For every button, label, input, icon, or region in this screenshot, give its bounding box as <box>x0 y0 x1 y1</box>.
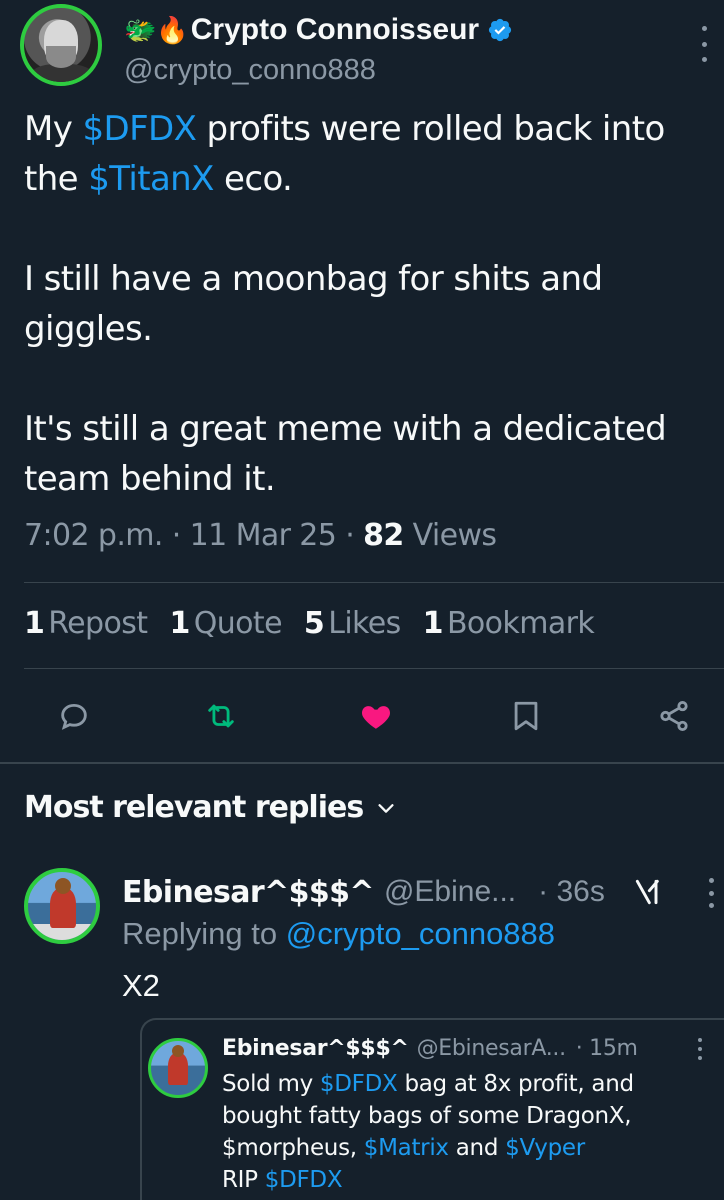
bookmark-button[interactable] <box>500 690 552 742</box>
tweet-text: My $DFDX profits were rolled back into t… <box>24 104 724 504</box>
author-handle[interactable]: @crypto_conno888 <box>124 54 376 87</box>
quoted-tweet[interactable]: Ebinesar^$$$^ @EbinesarA... · 15m Sold m… <box>140 1018 724 1200</box>
views-label: Views <box>403 518 497 553</box>
meta-separator: · <box>162 518 190 553</box>
meta-separator: · <box>336 518 364 553</box>
section-divider <box>0 762 724 764</box>
reply-author-avatar[interactable] <box>24 868 100 944</box>
quoted-line: RIP $DFDX <box>222 1164 722 1196</box>
heart-icon <box>362 706 390 729</box>
tweet-paragraph-1: My $DFDX profits were rolled back into t… <box>24 104 724 204</box>
replying-to-handle[interactable]: @crypto_conno888 <box>286 916 555 951</box>
reply-time[interactable]: · 36s <box>538 875 605 909</box>
quoted-text-segment: $morpheus, <box>222 1135 364 1161</box>
more-options-icon[interactable] <box>698 26 710 62</box>
cashtag-link[interactable]: $Matrix <box>364 1135 449 1161</box>
tweet-text-segment: eco. <box>213 159 293 199</box>
stat-label: Quote <box>193 606 283 641</box>
tweet-date[interactable]: 11 Mar 25 <box>190 518 337 553</box>
stat-count: 5 <box>303 606 325 641</box>
tweet-time[interactable]: 7:02 p.m. <box>24 518 163 553</box>
quoted-text-segment: and <box>448 1135 506 1161</box>
stat-label: Repost <box>48 606 148 641</box>
quoted-author-avatar[interactable] <box>148 1038 208 1098</box>
replies-sort-dropdown[interactable]: Most relevant replies <box>24 790 397 825</box>
tweet-text-segment: My <box>24 109 83 149</box>
stat-reposts[interactable]: 1 Repost <box>24 606 148 641</box>
tweet-meta: 7:02 p.m. · 11 Mar 25 · 82 Views <box>24 518 497 553</box>
stat-quotes[interactable]: 1 Quote <box>169 606 283 641</box>
divider <box>24 668 724 669</box>
quoted-author-name[interactable]: Ebinesar^$$$^ <box>222 1036 409 1061</box>
tweet-paragraph-2: I still have a moonbag for shits and gig… <box>24 259 603 349</box>
replies-header-label: Most relevant replies <box>24 790 364 825</box>
cashtag-link[interactable]: $DFDX <box>265 1167 343 1193</box>
replying-to: Replying to @crypto_conno888 <box>122 916 555 952</box>
quoted-text: Sold my $DFDX bag at 8x profit, and boug… <box>222 1068 722 1196</box>
action-bar <box>0 690 724 746</box>
quoted-text-segment: Sold my <box>222 1071 320 1097</box>
chevron-down-icon <box>378 803 394 813</box>
name-emojis: 🐲🔥 <box>124 15 189 45</box>
quoted-line: Sold my $DFDX bag at 8x profit, and <box>222 1068 722 1100</box>
like-button[interactable] <box>350 690 402 742</box>
reply-more-icon[interactable] <box>706 878 716 908</box>
repost-button[interactable] <box>195 690 247 742</box>
avatar-person-shape <box>168 1053 188 1085</box>
quoted-header: Ebinesar^$$$^ @EbinesarA... · 15m <box>222 1036 712 1061</box>
quoted-time[interactable]: · 15m <box>576 1036 638 1061</box>
author-display-name[interactable]: Crypto Connoisseur <box>191 13 479 47</box>
quoted-author-handle[interactable]: @EbinesarA... <box>417 1036 566 1061</box>
reply-author-name[interactable]: Ebinesar^$$$^ <box>122 875 375 910</box>
tweet-header: 🐲🔥 Crypto Connoisseur @crypto_conno888 <box>20 4 710 94</box>
cashtag-link[interactable]: $DFDX <box>82 109 196 149</box>
avatar-head-shape <box>172 1045 184 1057</box>
quoted-line: bought fatty bags of some DragonX, <box>222 1103 632 1129</box>
stat-label: Bookmark <box>446 606 595 641</box>
stat-count: 1 <box>422 606 444 641</box>
avatar-head-shape <box>55 878 71 894</box>
share-icon <box>660 700 688 732</box>
avatar-beard-shape <box>46 46 76 68</box>
reply-icon <box>61 703 87 730</box>
quoted-line: $morpheus, $Matrix and $Vyper <box>222 1132 722 1164</box>
reply-button[interactable] <box>48 690 100 742</box>
author-name-row[interactable]: 🐲🔥 Crypto Connoisseur <box>124 12 513 48</box>
cashtag-link[interactable]: $TitanX <box>88 159 214 199</box>
stat-count: 1 <box>169 606 190 641</box>
divider <box>24 582 724 583</box>
quoted-text-segment: RIP <box>222 1167 265 1193</box>
cashtag-link[interactable]: $Vyper <box>505 1135 585 1161</box>
tweet-paragraph-3: It's still a great meme with a dedicated… <box>24 409 667 499</box>
reply-header: Ebinesar^$$$^ @Ebine... · 36s <box>122 872 722 912</box>
reply-text: X2 <box>122 968 160 1003</box>
replying-prefix: Replying to <box>122 916 286 951</box>
quoted-text-segment: bag at 8x profit, and <box>397 1071 634 1097</box>
stat-count: 1 <box>24 606 45 641</box>
stat-bookmarks[interactable]: 1 Bookmark <box>422 606 595 641</box>
stat-likes[interactable]: 5 Likes <box>304 606 401 641</box>
reply-author-handle[interactable]: @Ebine... <box>384 875 516 909</box>
grok-icon[interactable] <box>632 876 664 908</box>
stat-label: Likes <box>328 606 401 641</box>
cashtag-link[interactable]: $DFDX <box>320 1071 398 1097</box>
author-avatar[interactable] <box>20 4 102 86</box>
bookmark-icon <box>514 701 538 731</box>
engagement-stats: 1 Repost 1 Quote 5 Likes 1 Bookmark <box>24 606 595 641</box>
repost-icon <box>208 704 234 728</box>
quoted-more-icon[interactable] <box>696 1038 704 1060</box>
share-button[interactable] <box>648 690 700 742</box>
avatar-person-shape <box>50 888 76 928</box>
verified-badge-icon <box>489 18 512 42</box>
views-count: 82 <box>363 518 404 553</box>
